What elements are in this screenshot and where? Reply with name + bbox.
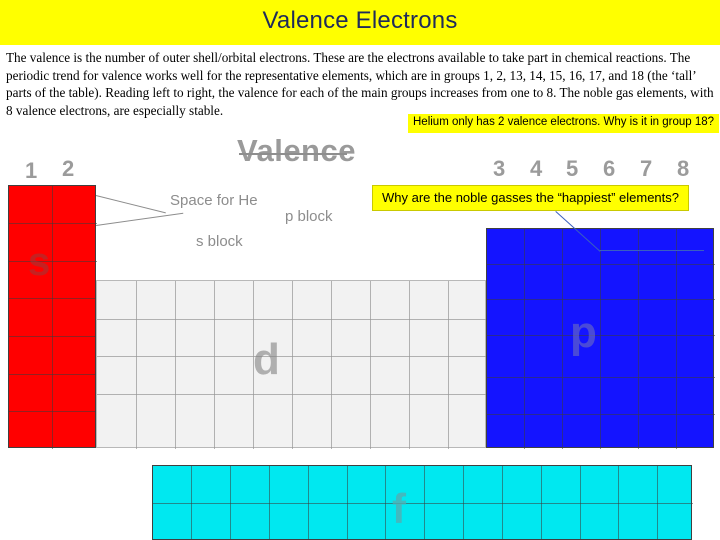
- f-block: [152, 465, 693, 540]
- p-block-gridline: [487, 377, 715, 378]
- f-block-letter: f: [392, 485, 406, 532]
- d-block-gridline: [97, 394, 487, 395]
- callout-noble-gasses: Why are the noble gasses the “happiest” …: [372, 185, 690, 211]
- d-block-gridline: [136, 281, 137, 449]
- p-block: [486, 228, 715, 449]
- p-block-gridline: [524, 229, 525, 449]
- d-block: [96, 280, 487, 449]
- p-block-gridline: [487, 414, 715, 415]
- leader-line-space-for-he: [95, 195, 166, 214]
- s-block-gridline: [9, 411, 97, 412]
- s-block-gridline: [52, 186, 53, 449]
- d-block-gridline: [214, 281, 215, 449]
- d-block-letter: d: [253, 335, 280, 384]
- s-block-gridline: [9, 261, 97, 262]
- body-paragraph: The valence is the number of outer shell…: [6, 50, 714, 118]
- label-space-for-he: Space for He: [170, 192, 258, 209]
- p-block-gridline: [487, 335, 715, 336]
- label-p-block: p block: [285, 208, 333, 225]
- callout-helium: Helium only has 2 valence electrons. Why…: [408, 114, 720, 133]
- heading-strikethrough: [239, 153, 347, 155]
- p-block-gridline: [600, 229, 601, 449]
- graphic-heading: Valence: [237, 133, 356, 169]
- group-number-2: 2: [62, 156, 75, 181]
- group-number-6: 6: [603, 156, 616, 181]
- f-block-gridline: [153, 503, 693, 504]
- d-block-gridline: [370, 281, 371, 449]
- p-block-letter: p: [570, 308, 597, 357]
- p-block-gridline: [487, 299, 715, 300]
- d-block-gridline: [97, 356, 487, 357]
- group-number-4: 4: [530, 156, 543, 181]
- graphic-heading-text: Valence: [237, 133, 356, 168]
- d-block-gridline: [175, 281, 176, 449]
- d-block-gridline: [409, 281, 410, 449]
- s-block-gridline: [9, 374, 97, 375]
- d-block-gridline: [448, 281, 449, 449]
- s-block-gridline: [9, 223, 97, 224]
- d-block-gridline: [97, 319, 487, 320]
- group-number-5: 5: [566, 156, 579, 181]
- p-block-gridline: [676, 229, 677, 449]
- page-title: Valence Electrons: [262, 7, 458, 34]
- label-s-block: s block: [196, 233, 243, 250]
- group-number-7: 7: [640, 156, 653, 181]
- s-block: [8, 185, 97, 449]
- d-block-gridline: [331, 281, 332, 449]
- s-block-gridline: [9, 298, 97, 299]
- p-block-gridline: [562, 229, 563, 449]
- group-number-8: 8: [677, 156, 690, 181]
- leader-line-s-block: [96, 212, 184, 226]
- group-number-3: 3: [493, 156, 506, 181]
- d-block-gridline: [292, 281, 293, 449]
- p-block-gridline: [638, 229, 639, 449]
- callout-connector-line-2: [600, 250, 704, 251]
- s-block-letter: s: [28, 240, 51, 284]
- slide: Valence Electrons The valence is the num…: [0, 0, 720, 540]
- group-number-1: 1: [25, 158, 38, 183]
- s-block-gridline: [9, 336, 97, 337]
- p-block-gridline: [487, 264, 715, 265]
